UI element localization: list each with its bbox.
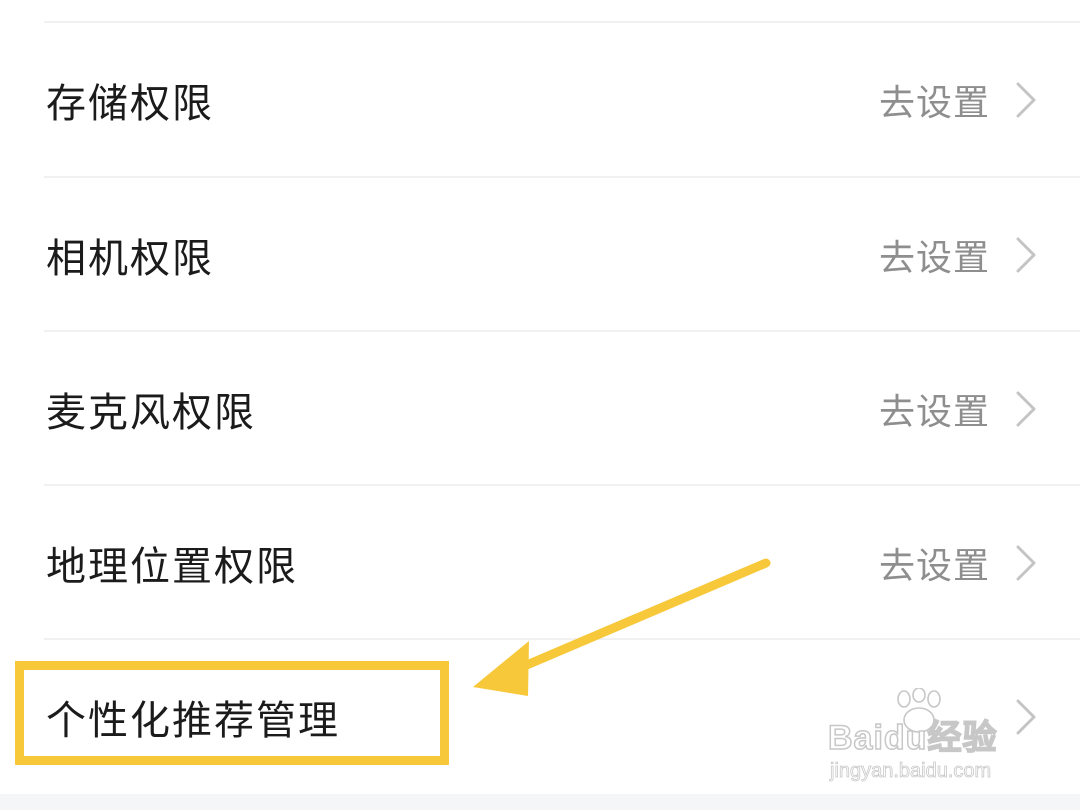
permission-settings-screen: 存储权限 去设置 相机权限 去设置 麦克风权限 去设置 地理位置权限 去设置 个… (0, 0, 1080, 810)
divider (44, 638, 1080, 640)
divider (44, 176, 1080, 178)
divider (44, 330, 1080, 332)
location-permission-row[interactable]: 地理位置权限 去设置 (0, 487, 1080, 639)
chevron-right-icon (1016, 545, 1036, 581)
camera-permission-row[interactable]: 相机权限 去设置 (0, 179, 1080, 331)
storage-permission-row[interactable]: 存储权限 去设置 (0, 24, 1080, 176)
personalized-recommendation-row[interactable]: 个性化推荐管理 (0, 641, 1080, 793)
go-settings-link[interactable]: 去设置 (879, 383, 990, 435)
chevron-right-icon (1016, 82, 1036, 118)
microphone-permission-label: 麦克风权限 (46, 390, 256, 436)
go-settings-link[interactable]: 去设置 (879, 74, 990, 126)
chevron-right-icon (1016, 699, 1036, 735)
chevron-right-icon (1016, 391, 1036, 427)
microphone-permission-row[interactable]: 麦克风权限 去设置 (0, 333, 1080, 485)
camera-permission-label: 相机权限 (46, 236, 214, 282)
personalized-recommendation-label: 个性化推荐管理 (46, 698, 340, 744)
location-permission-label: 地理位置权限 (46, 544, 298, 590)
go-settings-link[interactable]: 去设置 (879, 537, 990, 589)
divider (44, 21, 1080, 23)
storage-permission-label: 存储权限 (46, 81, 214, 127)
bottom-strip (0, 794, 1080, 810)
go-settings-link[interactable]: 去设置 (879, 229, 990, 281)
chevron-right-icon (1016, 237, 1036, 273)
divider (44, 484, 1080, 486)
